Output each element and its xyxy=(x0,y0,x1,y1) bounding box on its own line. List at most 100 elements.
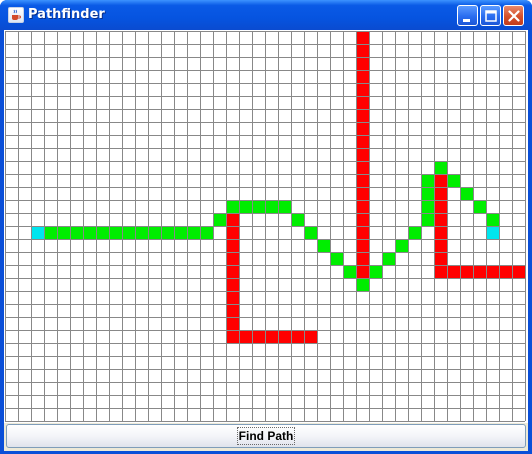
wall-cell[interactable] xyxy=(356,109,369,122)
path-cell[interactable] xyxy=(252,200,265,213)
path-cell[interactable] xyxy=(408,226,421,239)
wall-cell[interactable] xyxy=(356,31,369,44)
path-cell[interactable] xyxy=(135,226,148,239)
path-cell[interactable] xyxy=(213,213,226,226)
wall-cell[interactable] xyxy=(226,291,239,304)
maximize-button[interactable] xyxy=(480,5,501,26)
path-cell[interactable] xyxy=(161,226,174,239)
find-path-label: Find Path xyxy=(236,427,296,445)
find-path-button[interactable]: Find Path xyxy=(6,424,526,448)
wall-cell[interactable] xyxy=(434,252,447,265)
path-cell[interactable] xyxy=(447,174,460,187)
path-cell[interactable] xyxy=(330,252,343,265)
path-cell[interactable] xyxy=(226,200,239,213)
pathfinder-grid[interactable] xyxy=(4,30,528,422)
wall-cell[interactable] xyxy=(252,330,265,343)
wall-cell[interactable] xyxy=(278,330,291,343)
wall-cell[interactable] xyxy=(226,317,239,330)
path-cell[interactable] xyxy=(291,213,304,226)
wall-cell[interactable] xyxy=(356,226,369,239)
wall-cell[interactable] xyxy=(356,187,369,200)
wall-cell[interactable] xyxy=(434,187,447,200)
endpoint-cell[interactable] xyxy=(31,226,44,239)
path-cell[interactable] xyxy=(421,213,434,226)
path-cell[interactable] xyxy=(122,226,135,239)
wall-cell[interactable] xyxy=(356,239,369,252)
endpoint-cell[interactable] xyxy=(486,226,499,239)
wall-cell[interactable] xyxy=(356,70,369,83)
path-cell[interactable] xyxy=(239,200,252,213)
path-cell[interactable] xyxy=(278,200,291,213)
wall-cell[interactable] xyxy=(356,83,369,96)
wall-cell[interactable] xyxy=(226,278,239,291)
wall-cell[interactable] xyxy=(356,213,369,226)
path-cell[interactable] xyxy=(395,239,408,252)
path-cell[interactable] xyxy=(460,187,473,200)
wall-cell[interactable] xyxy=(356,148,369,161)
wall-cell[interactable] xyxy=(356,135,369,148)
wall-cell[interactable] xyxy=(460,265,473,278)
wall-cell[interactable] xyxy=(434,174,447,187)
wall-cell[interactable] xyxy=(434,226,447,239)
wall-cell[interactable] xyxy=(356,252,369,265)
wall-cell[interactable] xyxy=(356,96,369,109)
wall-cell[interactable] xyxy=(226,304,239,317)
wall-cell[interactable] xyxy=(226,252,239,265)
wall-cell[interactable] xyxy=(473,265,486,278)
wall-cell[interactable] xyxy=(226,330,239,343)
path-cell[interactable] xyxy=(187,226,200,239)
wall-cell[interactable] xyxy=(356,57,369,70)
java-coffee-icon[interactable] xyxy=(8,7,24,23)
minimize-icon xyxy=(463,19,470,22)
wall-cell[interactable] xyxy=(304,330,317,343)
path-cell[interactable] xyxy=(304,226,317,239)
path-cell[interactable] xyxy=(83,226,96,239)
title-bar[interactable]: Pathfinder xyxy=(0,0,532,30)
path-cell[interactable] xyxy=(343,265,356,278)
path-cell[interactable] xyxy=(473,200,486,213)
wall-cell[interactable] xyxy=(356,161,369,174)
wall-cell[interactable] xyxy=(434,239,447,252)
wall-cell[interactable] xyxy=(356,44,369,57)
wall-cell[interactable] xyxy=(447,265,460,278)
wall-cell[interactable] xyxy=(265,330,278,343)
minimize-button[interactable] xyxy=(457,5,478,26)
wall-cell[interactable] xyxy=(486,265,499,278)
wall-cell[interactable] xyxy=(356,122,369,135)
wall-cell[interactable] xyxy=(226,226,239,239)
path-cell[interactable] xyxy=(486,213,499,226)
wall-cell[interactable] xyxy=(239,330,252,343)
close-button[interactable] xyxy=(503,5,524,26)
path-cell[interactable] xyxy=(174,226,187,239)
wall-cell[interactable] xyxy=(226,239,239,252)
wall-cell[interactable] xyxy=(512,265,525,278)
path-cell[interactable] xyxy=(317,239,330,252)
path-cell[interactable] xyxy=(421,187,434,200)
path-cell[interactable] xyxy=(44,226,57,239)
wall-cell[interactable] xyxy=(434,200,447,213)
wall-cell[interactable] xyxy=(356,174,369,187)
wall-cell[interactable] xyxy=(226,213,239,226)
path-cell[interactable] xyxy=(148,226,161,239)
path-cell[interactable] xyxy=(382,252,395,265)
grid-lines xyxy=(5,31,526,422)
path-cell[interactable] xyxy=(109,226,122,239)
wall-cell[interactable] xyxy=(499,265,512,278)
wall-cell[interactable] xyxy=(356,200,369,213)
path-cell[interactable] xyxy=(421,200,434,213)
wall-cell[interactable] xyxy=(356,265,369,278)
path-cell[interactable] xyxy=(200,226,213,239)
path-cell[interactable] xyxy=(265,200,278,213)
path-cell[interactable] xyxy=(356,278,369,291)
wall-cell[interactable] xyxy=(291,330,304,343)
path-cell[interactable] xyxy=(70,226,83,239)
path-cell[interactable] xyxy=(369,265,382,278)
wall-cell[interactable] xyxy=(434,265,447,278)
wall-cell[interactable] xyxy=(434,213,447,226)
path-cell[interactable] xyxy=(96,226,109,239)
path-cell[interactable] xyxy=(421,174,434,187)
path-cell[interactable] xyxy=(57,226,70,239)
wall-cell[interactable] xyxy=(226,265,239,278)
window-title: Pathfinder xyxy=(28,7,105,22)
path-cell[interactable] xyxy=(434,161,447,174)
